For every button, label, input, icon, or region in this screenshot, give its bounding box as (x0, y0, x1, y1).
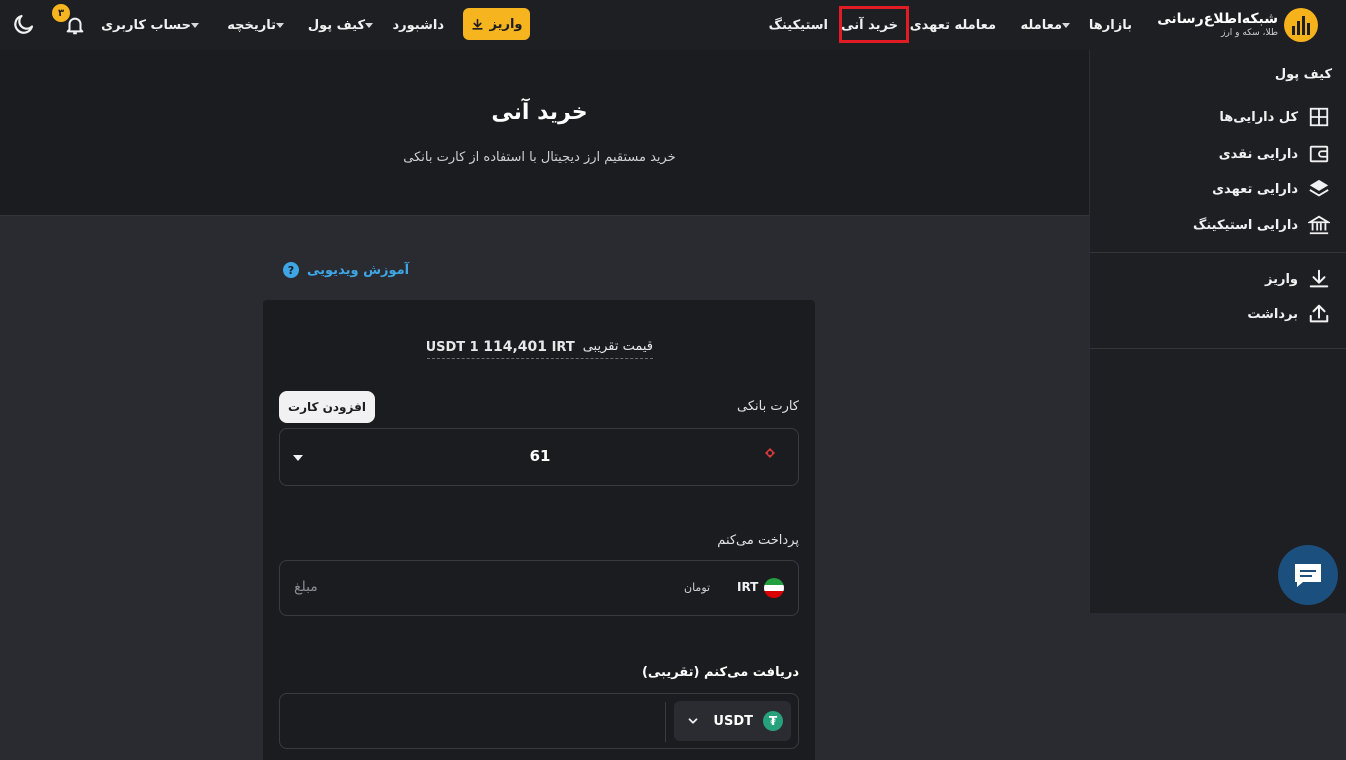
iran-flag-icon (764, 578, 784, 598)
deposit-button-label: واریز (489, 16, 523, 32)
brand-logo-link[interactable]: شبکه‌اطلاع‌رسانی طلا، سکه و ارز (1157, 0, 1318, 50)
brand-text: شبکه‌اطلاع‌رسانی طلا، سکه و ارز (1157, 11, 1278, 39)
nav-margin-trade-label: معامله تعهدی (909, 17, 996, 33)
nav-markets-label: بازارها (1088, 17, 1132, 33)
bank-card-label: کارت بانکی (736, 399, 799, 414)
bank-icon (1308, 215, 1330, 235)
sidebar-item-label: واریز (1265, 271, 1298, 287)
top-navbar: شبکه‌اطلاع‌رسانی طلا، سکه و ارز بازارها … (0, 0, 1346, 50)
download-icon (471, 18, 483, 30)
page-header: خرید آنی خرید مستقیم ارز دیجیتال با استف… (0, 50, 1089, 216)
nav-staking-label: استیکینگ (768, 17, 828, 33)
brand-title: شبکه‌اطلاع‌رسانی (1157, 11, 1278, 27)
sidebar-item-deposit[interactable]: واریز (1265, 266, 1330, 292)
grid-icon (1309, 107, 1329, 127)
pay-currency-unit: تومان (684, 581, 711, 594)
chat-icon (1295, 564, 1321, 587)
nav-wallet-label: کیف پول (307, 17, 365, 33)
moon-icon (14, 14, 34, 34)
instant-buy-form: ≈ USDT 1 114,401 IRT قیمت تقریبی کارت با… (263, 300, 815, 760)
field-divider (665, 702, 666, 742)
sidebar-item-staking-assets[interactable]: دارایی استیکینگ (1193, 212, 1330, 238)
chevron-down-icon (1062, 22, 1070, 28)
wallet-sidebar: کیف پول کل دارایی‌ها دارایی نقدی دارایی … (1089, 50, 1346, 613)
price-rate-value: 114,401 (483, 338, 548, 355)
sidebar-item-cash-assets[interactable]: دارایی نقدی (1219, 141, 1330, 167)
sidebar-item-total-assets[interactable]: کل دارایی‌ها (1219, 104, 1330, 130)
receive-coin-code: USDT (713, 713, 753, 729)
receive-coin-select[interactable]: USDT ₮ (674, 701, 791, 741)
video-tutorial-label: آموزش ویدیویی (307, 262, 410, 278)
notification-badge: ۳ (52, 4, 70, 22)
receive-label: دریافت می‌کنم (تقریبی) (641, 665, 799, 680)
page-subtitle: خرید مستقیم ارز دیجیتال با استفاده از کا… (403, 150, 676, 165)
bank-card-select[interactable]: 61 (279, 428, 799, 486)
sidebar-divider (1090, 252, 1346, 253)
video-tutorial-link[interactable]: ? آموزش ویدیویی (283, 262, 409, 278)
price-rate: ≈ USDT 1 114,401 IRT (427, 339, 575, 355)
pay-currency-code: IRT (737, 580, 759, 594)
brand-subtitle: طلا، سکه و ارز (1221, 28, 1278, 38)
upload-icon (1309, 304, 1329, 323)
bank-logo-icon (765, 448, 775, 458)
nav-history[interactable]: تاریخچه (227, 0, 290, 50)
instant-buy-highlight (839, 6, 909, 43)
approx-price-label: قیمت تقریبی (582, 339, 653, 354)
sidebar-divider (1090, 348, 1346, 349)
pay-amount-field[interactable]: مبلغ تومان IRT (279, 560, 799, 616)
nav-trade-label: معامله (1020, 17, 1062, 33)
chevron-down-icon (688, 718, 698, 724)
support-chat-button[interactable] (1278, 545, 1338, 605)
nav-trade[interactable]: معامله (1020, 0, 1076, 50)
sidebar-item-label: دارایی تعهدی (1212, 181, 1298, 197)
download-icon (1309, 269, 1329, 288)
tether-icon: ₮ (763, 711, 783, 731)
wallet-icon (1309, 145, 1329, 163)
sidebar-item-withdraw[interactable]: برداشت (1247, 301, 1330, 327)
chevron-down-icon (365, 22, 373, 28)
deposit-button[interactable]: واریز (463, 8, 530, 40)
sidebar-item-label: برداشت (1247, 306, 1298, 322)
page-title: خرید آنی (491, 100, 588, 125)
nav-wallet[interactable]: کیف پول (308, 0, 379, 50)
sidebar-item-margin-assets[interactable]: دارایی تعهدی (1212, 176, 1330, 202)
nav-margin-trade[interactable]: معامله تعهدی (910, 0, 996, 50)
nav-markets[interactable]: بازارها (1089, 0, 1132, 50)
nav-account[interactable]: حساب کاربری (101, 0, 205, 50)
add-card-button[interactable]: افزودن کارت (279, 391, 375, 423)
nav-dashboard-label: داشبورد (392, 17, 444, 33)
price-rate-suffix: ≈ USDT 1 (427, 339, 479, 355)
theme-toggle-button[interactable] (12, 12, 38, 38)
question-icon: ? (283, 262, 299, 278)
approx-price: ≈ USDT 1 114,401 IRT قیمت تقریبی (427, 335, 653, 359)
pay-label: پرداخت می‌کنم (717, 533, 799, 548)
layers-icon (1309, 179, 1329, 197)
sidebar-item-label: دارایی نقدی (1218, 146, 1298, 162)
chevron-down-icon (276, 22, 284, 28)
nav-dashboard[interactable]: داشبورد (392, 0, 444, 50)
nav-account-label: حساب کاربری (101, 17, 191, 33)
price-rate-currency: IRT (551, 339, 575, 355)
nav-staking[interactable]: استیکینگ (769, 0, 828, 50)
notifications-button[interactable]: ۳ (52, 2, 98, 48)
receive-amount-field[interactable]: USDT ₮ (279, 693, 799, 749)
nav-history-label: تاریخچه (227, 17, 276, 33)
sidebar-item-label: کل دارایی‌ها (1219, 109, 1298, 125)
sidebar-title: کیف پول (1274, 67, 1332, 82)
amount-placeholder: مبلغ (294, 579, 318, 595)
sidebar-item-label: دارایی استیکینگ (1193, 217, 1298, 233)
chevron-down-icon (191, 22, 199, 28)
brand-logo-icon (1284, 8, 1318, 42)
selected-card-number: 61 (529, 447, 551, 465)
